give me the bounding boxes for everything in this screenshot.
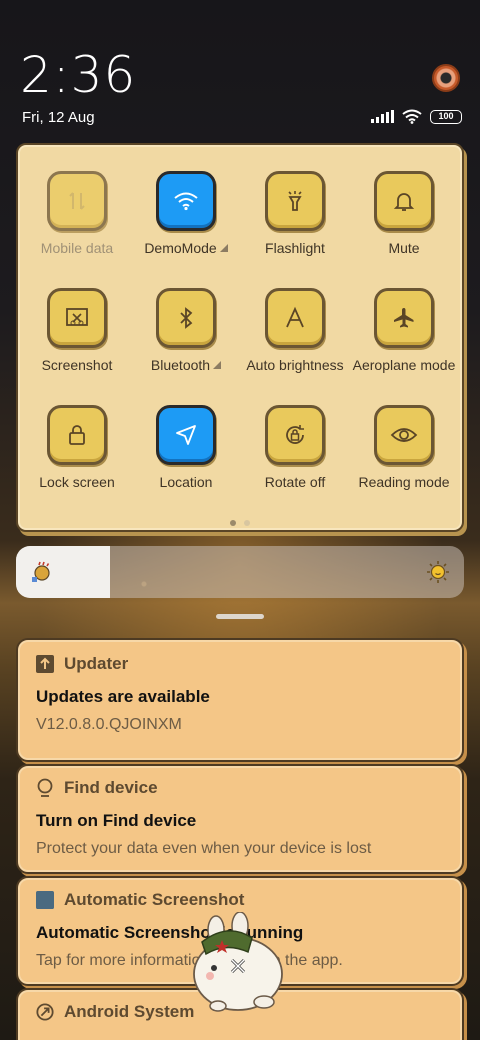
page-dot-active: [230, 520, 236, 526]
tile-label: Mute: [388, 240, 420, 256]
tile-label: Auto brightness: [246, 357, 344, 373]
tile-label: Flashlight: [265, 240, 325, 256]
eye-icon[interactable]: [374, 405, 434, 465]
expand-triangle-icon: [219, 244, 228, 252]
tile-lock-screen[interactable]: Lock screen: [22, 405, 132, 490]
brightness-low-icon: [32, 561, 50, 582]
location-pin-icon: [36, 778, 54, 797]
notification-body: V12.0.8.0.QJOINXM: [36, 716, 182, 733]
tile-mute[interactable]: Mute: [349, 171, 459, 256]
tile-label: Aeroplane mode: [352, 357, 456, 373]
notification-app-name: Automatic Screenshot: [64, 890, 245, 909]
tile-bluetooth[interactable]: Bluetooth: [131, 288, 241, 373]
tile-label: Rotate off: [264, 474, 326, 490]
status-icons: 100: [371, 109, 462, 124]
tile-auto-brightness[interactable]: Auto brightness: [240, 288, 350, 373]
tile-rotate-off[interactable]: Rotate off: [240, 405, 350, 490]
airplane-icon[interactable]: [374, 288, 434, 348]
page-dot: [244, 520, 250, 526]
auto-brightness-icon[interactable]: [265, 288, 325, 348]
tile-screenshot[interactable]: Screenshot: [22, 288, 132, 373]
flashlight-icon[interactable]: [265, 171, 325, 231]
avatar-icon[interactable]: [432, 64, 460, 92]
bluetooth-icon[interactable]: [156, 288, 216, 348]
battery-icon: 100: [430, 109, 462, 124]
notification-app-name: Updater: [64, 654, 129, 673]
tile-location[interactable]: Location: [131, 405, 241, 490]
tile-label: Reading mode: [358, 474, 450, 490]
tile-flashlight[interactable]: Flashlight: [240, 171, 350, 256]
screenshot-icon[interactable]: [47, 288, 107, 348]
tile-label: Location: [159, 474, 213, 490]
tile-label: DemoMode: [144, 240, 217, 256]
notification-card[interactable]: Updater Updates are available V12.0.8.0.…: [16, 638, 464, 762]
rotate-lock-icon[interactable]: [265, 405, 325, 465]
bunny-sticker-icon[interactable]: [188, 912, 288, 1018]
tile-demomode[interactable]: DemoMode: [131, 171, 241, 256]
notification-app-name: Find device: [64, 778, 158, 797]
brightness-slider[interactable]: [16, 546, 464, 598]
square-app-icon: [36, 891, 54, 909]
location-icon[interactable]: [156, 405, 216, 465]
bell-icon[interactable]: [374, 171, 434, 231]
notification-card[interactable]: Find device Turn on Find device Protect …: [16, 764, 464, 874]
wifi-icon[interactable]: [156, 171, 216, 231]
signal-icon: [371, 110, 394, 123]
notification-title: Turn on Find device: [36, 811, 197, 830]
lock-icon[interactable]: [47, 405, 107, 465]
notification-app-name: Android System: [64, 1002, 195, 1021]
android-system-icon: [36, 1003, 54, 1021]
tile-reading-mode[interactable]: Reading mode: [349, 405, 459, 490]
qs-page-indicator: [0, 520, 480, 526]
tile-label: Bluetooth: [150, 357, 211, 373]
upload-arrow-icon: [36, 655, 54, 673]
tile-label: Screenshot: [41, 357, 113, 373]
status-clock: 2:36: [20, 46, 137, 104]
expand-triangle-icon: [213, 361, 222, 369]
notification-body: Protect your data even when your device …: [36, 840, 372, 857]
tile-mobile-data[interactable]: Mobile data: [22, 171, 132, 256]
tile-label: Mobile data: [40, 240, 114, 256]
tile-aeroplane-mode[interactable]: Aeroplane mode: [349, 288, 459, 373]
brightness-high-icon: [427, 561, 449, 583]
notification-title: Updates are available: [36, 687, 210, 706]
mobile-data-icon[interactable]: [47, 171, 107, 231]
quick-settings-panel: Mobile data DemoMode Flashlight Mute Scr…: [16, 143, 464, 532]
tile-label: Lock screen: [39, 474, 115, 490]
status-date: Fri, 12 Aug: [22, 109, 95, 126]
drag-handle[interactable]: [216, 614, 264, 619]
wifi-status-icon: [402, 109, 422, 124]
